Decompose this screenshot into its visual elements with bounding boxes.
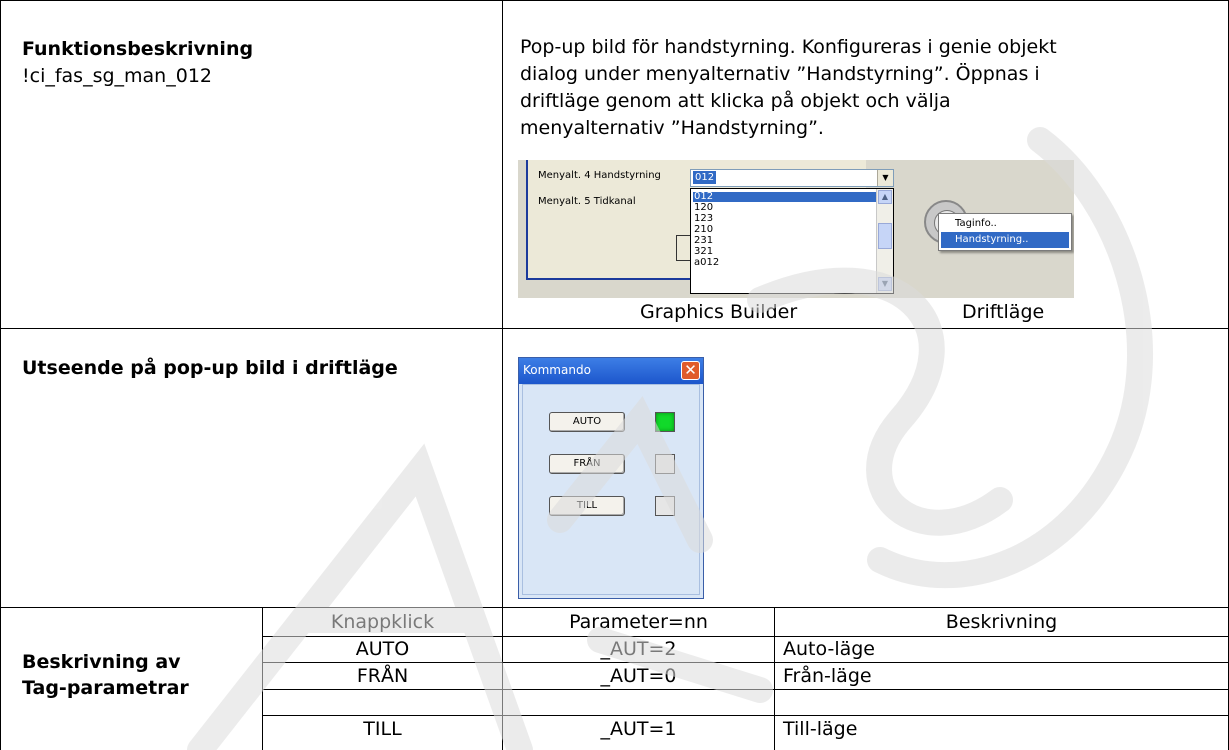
auto-button[interactable]: AUTO xyxy=(549,412,625,432)
grid-line xyxy=(262,636,1229,637)
popup-body: AUTO FRÅN TILL xyxy=(522,384,700,595)
function-description-heading: Funktionsbeskrivning xyxy=(22,38,254,60)
table-cell: Till-läge xyxy=(783,718,858,740)
grid-line xyxy=(262,715,1229,716)
tag-parameters-heading-line2: Tag-parametrar xyxy=(22,677,189,699)
table-cell: _AUT=1 xyxy=(600,718,677,740)
handstyrning-combobox[interactable]: 012 ▼ xyxy=(690,169,894,187)
list-scrollbar[interactable]: ▲ ▼ xyxy=(876,189,893,293)
popup-appearance-heading: Utseende på pop-up bild i driftläge xyxy=(22,357,398,379)
scroll-thumb[interactable] xyxy=(878,223,892,249)
list-item[interactable]: 123 xyxy=(693,214,876,224)
list-item[interactable]: 321 xyxy=(693,247,876,257)
menu4-label: Menyalt. 4 Handstyrning xyxy=(538,170,661,181)
column-header-beskrivning: Beskrivning xyxy=(945,611,1058,633)
list-item[interactable]: 012 xyxy=(693,192,876,202)
list-item[interactable]: a012 xyxy=(693,258,876,268)
list-item[interactable]: 210 xyxy=(693,225,876,235)
till-button[interactable]: TILL xyxy=(549,496,625,516)
till-indicator xyxy=(655,496,675,516)
fran-indicator xyxy=(655,454,675,474)
description-line: dialog under menyalternativ ”Handstyrnin… xyxy=(520,63,1040,85)
description-line: driftläge genom att klicka på objekt och… xyxy=(520,90,951,112)
close-icon[interactable]: ✕ xyxy=(681,361,700,380)
combo-dropdown-list[interactable]: 012 120 123 210 231 321 a012 ▲ ▼ xyxy=(690,188,894,294)
description-line: Pop-up bild för handstyrning. Konfigurer… xyxy=(520,36,1057,58)
column-header-parameter: Parameter=nn xyxy=(569,611,708,633)
combo-selected-value: 012 xyxy=(693,171,717,184)
table-cell: _AUT=2 xyxy=(600,638,677,660)
function-code: !ci_fas_sg_man_012 xyxy=(22,65,212,87)
graphics-builder-screenshot: Menyalt. 4 Handstyrning Menyalt. 5 Tidka… xyxy=(518,160,1074,298)
grid-line xyxy=(0,328,1229,329)
caption-driftlage: Driftläge xyxy=(962,301,1045,323)
popup-title-bar[interactable]: Kommando ✕ xyxy=(519,358,703,384)
table-cell: TILL xyxy=(363,718,402,740)
menu5-label: Menyalt. 5 Tidkanal xyxy=(538,196,636,207)
scroll-down-icon[interactable]: ▼ xyxy=(878,277,892,291)
grid-line xyxy=(502,0,503,607)
grid-line xyxy=(262,662,1229,663)
grid-line xyxy=(0,0,1,750)
description-line: menyalternativ ”Handstyrning”. xyxy=(520,117,824,139)
auto-indicator xyxy=(655,412,675,432)
table-cell: AUTO xyxy=(355,638,410,660)
list-item[interactable]: 120 xyxy=(693,203,876,213)
popup-title: Kommando xyxy=(523,363,591,377)
fran-button[interactable]: FRÅN xyxy=(549,454,625,474)
grid-line xyxy=(0,0,1229,1)
table-cell: Från-läge xyxy=(783,665,872,687)
kommando-popup-window: Kommando ✕ AUTO FRÅN TILL xyxy=(518,357,704,599)
table-cell: Auto-läge xyxy=(783,638,875,660)
table-cell: _AUT=0 xyxy=(600,665,677,687)
menu-item-taginfo[interactable]: Taginfo.. xyxy=(941,216,1069,232)
menu-item-handstyrning[interactable]: Handstyrning.. xyxy=(941,232,1069,248)
scroll-up-icon[interactable]: ▲ xyxy=(878,190,892,204)
grid-line xyxy=(0,607,1229,608)
table-cell: FRÅN xyxy=(356,665,409,687)
function-description-text: Pop-up bild för handstyrning. Konfigurer… xyxy=(520,34,1210,142)
caption-graphics-builder: Graphics Builder xyxy=(640,301,798,323)
list-item[interactable]: 231 xyxy=(693,236,876,246)
dropdown-arrow-icon[interactable]: ▼ xyxy=(877,170,893,186)
context-menu: Taginfo.. Handstyrning.. xyxy=(938,213,1072,251)
grid-line xyxy=(262,689,1229,690)
column-header-knappklick: Knappklick xyxy=(330,611,435,633)
tag-parameters-heading-line1: Beskrivning av xyxy=(22,651,181,673)
